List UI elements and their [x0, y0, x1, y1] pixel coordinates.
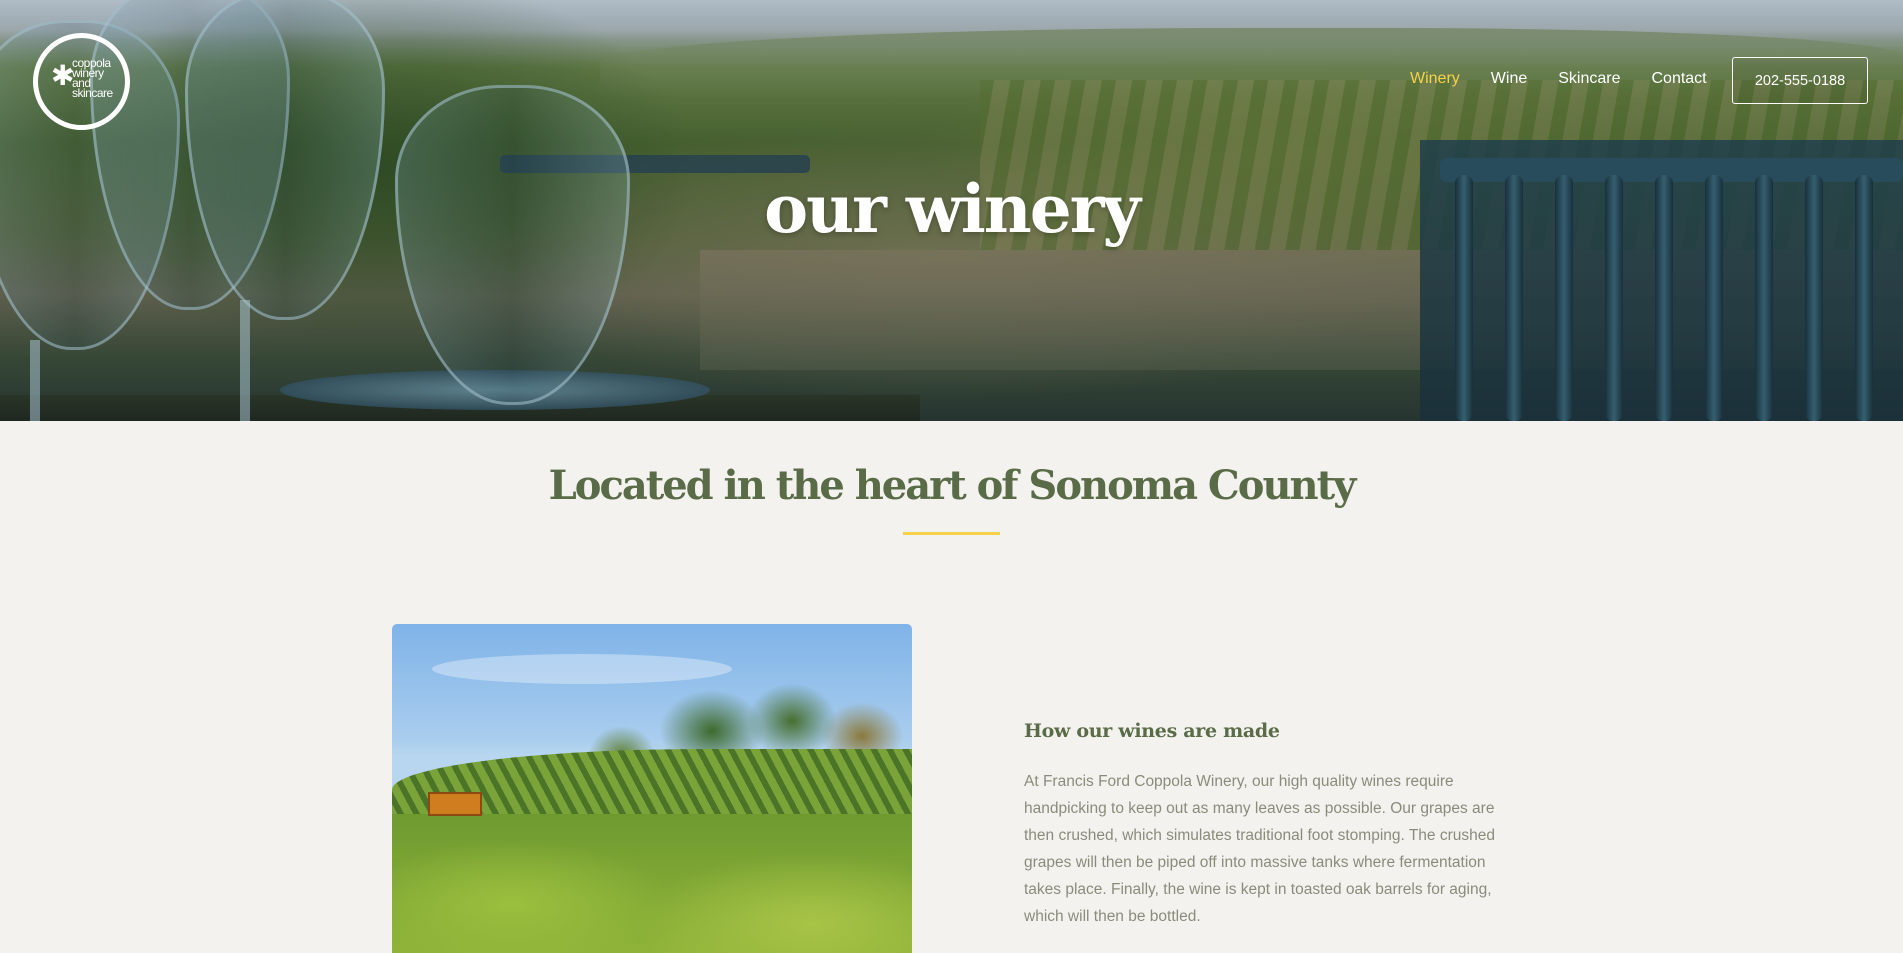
section-title: Located in the heart of Sonoma County — [548, 462, 1357, 509]
nav-item-contact[interactable]: Contact — [1651, 70, 1706, 88]
logo-link[interactable]: ✱ coppola winery and skincare — [33, 33, 130, 130]
photo-tractor — [428, 792, 482, 816]
feature-title: How our wines are made — [1024, 720, 1280, 742]
logo-wordmark: coppola winery and skincare — [72, 57, 124, 100]
nav-item-wine[interactable]: Wine — [1491, 70, 1527, 88]
nav-item-winery[interactable]: Winery — [1410, 70, 1460, 88]
feature-body: At Francis Ford Coppola Winery, our high… — [1024, 773, 1495, 925]
title-divider — [903, 532, 1000, 535]
main-nav: Winery Wine Skincare Contact — [1410, 70, 1738, 88]
nav-item-skincare[interactable]: Skincare — [1558, 70, 1620, 88]
phone-button[interactable]: 202-555-0188 — [1732, 57, 1868, 104]
vineyard-photo — [392, 624, 912, 953]
photo-foreground-vines — [392, 814, 912, 953]
logo-line: skincare — [72, 86, 113, 100]
logo-star-icon: ✱ — [51, 59, 75, 92]
hero-banner: ✱ coppola winery and skincare Winery Win… — [0, 0, 1903, 421]
hero-title: our winery — [764, 170, 1141, 248]
